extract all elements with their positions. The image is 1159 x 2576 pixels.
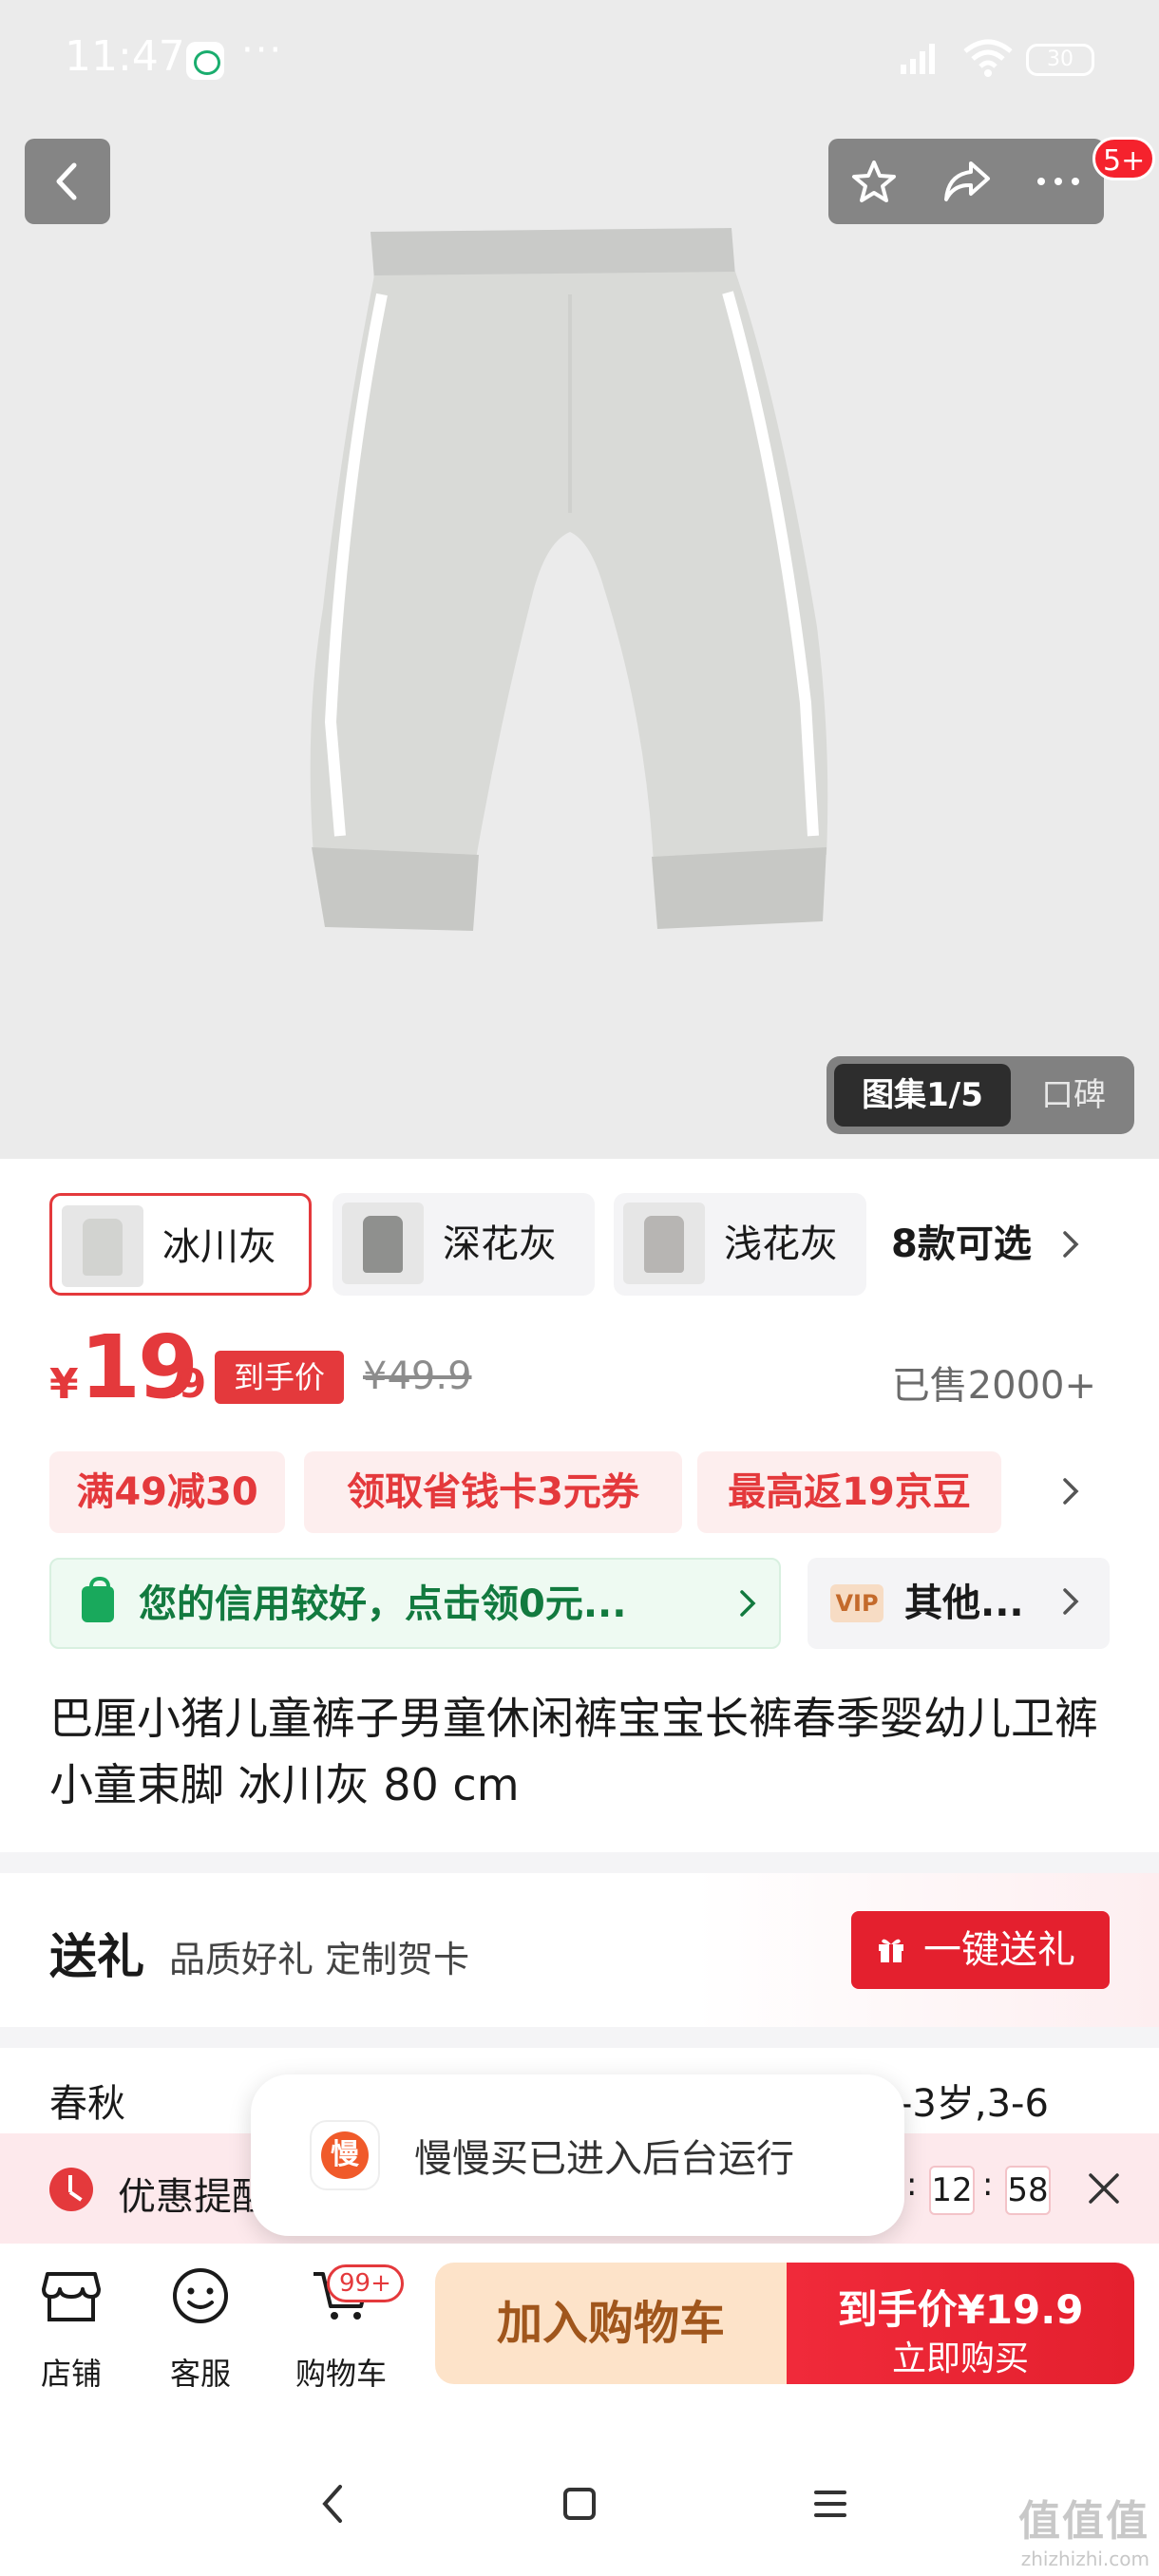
variant-thumbnail <box>342 1203 424 1284</box>
vip-benefit-text: 其他... <box>904 1582 1024 1625</box>
cart-label: 购物车 <box>294 2356 387 2392</box>
smiley-icon <box>173 2268 228 2323</box>
product-title: 巴厘小猪儿童裤子男童休闲裤宝宝长裤春季婴幼儿卫裤小童束脚 冰川灰 80 cm <box>49 1693 1098 1810</box>
watermark-url: zhizhizhi.com <box>1020 2548 1150 2570</box>
gift-section: 送礼 品质好礼 定制贺卡 一键送礼 <box>0 1873 1159 2027</box>
customer-service-label: 客服 <box>169 2356 231 2392</box>
price-row: ¥ 19 .9 到手价 ¥49.9 已售2000+ <box>0 1316 1159 1427</box>
battery-icon: 30 <box>1026 44 1094 76</box>
variant-label: 浅花灰 <box>724 1222 838 1266</box>
vip-badge-icon: VIP <box>830 1584 884 1622</box>
more-variants-link[interactable]: 8款可选 <box>891 1193 1032 1296</box>
store-button[interactable]: 店铺 <box>19 2261 124 2392</box>
credit-offer-banner[interactable]: 您的信用较好，点击领0元... <box>49 1558 781 1649</box>
gallery-switcher: 图集1/5 口碑 <box>826 1056 1134 1134</box>
promo-chip[interactable]: 领取省钱卡3元券 <box>304 1451 682 1533</box>
more-dots-icon <box>1037 178 1079 185</box>
tab-gallery[interactable]: 图集1/5 <box>834 1064 1011 1127</box>
variant-thumbnail <box>62 1205 143 1287</box>
share-icon <box>944 161 990 201</box>
variant-option-1[interactable]: 冰川灰 <box>49 1193 312 1296</box>
manmanmai-app-icon: 慢 <box>310 2120 380 2190</box>
buy-price-label: 到手价¥19.9 <box>837 2286 1084 2333</box>
more-button[interactable] <box>1011 139 1102 224</box>
timer-seconds: 58 <box>1005 2166 1051 2215</box>
send-gift-button[interactable]: 一键送礼 <box>851 1911 1110 1989</box>
section-divider <box>0 2027 1159 2048</box>
original-price: ¥49.9 <box>363 1354 472 1398</box>
gift-label: 送礼 <box>49 1929 144 1984</box>
cart-count-badge: 99+ <box>327 2264 404 2302</box>
wechat-notification-icon <box>186 42 224 80</box>
store-label: 店铺 <box>40 2356 102 2392</box>
price-decimal: .9 <box>163 1360 207 1407</box>
final-price-badge: 到手价 <box>215 1351 344 1404</box>
back-button[interactable] <box>25 139 110 224</box>
wifi-icon <box>963 39 1013 77</box>
benefits-row: 您的信用较好，点击领0元... VIP 其他... <box>0 1558 1159 1653</box>
variant-label: 冰川灰 <box>162 1225 276 1269</box>
status-more-dots: ··· <box>241 28 284 72</box>
product-image-gallery[interactable]: 11:47 ··· 30 5+ 图集1/5 口碑 <box>0 0 1159 1159</box>
promo-chip[interactable]: 最高返19京豆 <box>697 1451 1001 1533</box>
favorite-button[interactable] <box>828 139 920 224</box>
toast-message: 慢慢买已进入后台运行 <box>414 2137 794 2181</box>
variant-thumbnail <box>623 1203 705 1284</box>
bottom-action-bar: 店铺 客服 购物车 99+ 加入购物车 到手价¥19.9 立即购买 <box>0 2244 1159 2397</box>
signal-icon <box>901 44 935 74</box>
promo-chips: 满49减30 领取省钱卡3元券 最高返19京豆 <box>0 1451 1159 1533</box>
clock-icon <box>49 2168 93 2211</box>
nav-home-icon[interactable] <box>562 2487 597 2521</box>
chevron-right-icon[interactable] <box>1060 1229 1081 1260</box>
variant-option-3[interactable]: 浅花灰 <box>614 1193 866 1296</box>
gift-subtitle: 品质好礼 定制贺卡 <box>169 1939 470 1980</box>
vip-benefit-button[interactable]: VIP 其他... <box>808 1558 1110 1649</box>
variant-option-2[interactable]: 深花灰 <box>332 1193 595 1296</box>
sold-count: 已售2000+ <box>891 1364 1096 1408</box>
tab-reviews[interactable]: 口碑 <box>1026 1064 1121 1127</box>
close-icon[interactable] <box>1085 2169 1123 2207</box>
timer-separator: : <box>982 2166 994 2204</box>
background-running-toast: 慢 慢慢买已进入后台运行 <box>251 2074 904 2236</box>
star-icon <box>852 161 896 202</box>
buy-now-label: 立即购买 <box>891 2339 1029 2378</box>
promo-chip[interactable]: 满49减30 <box>49 1451 285 1533</box>
price-currency: ¥ <box>49 1360 79 1409</box>
status-bar: 11:47 ··· 30 <box>0 0 1159 114</box>
send-gift-label: 一键送礼 <box>923 1928 1075 1972</box>
timer-minutes: 12 <box>929 2166 975 2215</box>
store-icon <box>42 2272 101 2321</box>
message-count-badge: 5+ <box>1092 137 1156 180</box>
share-button[interactable] <box>920 139 1011 224</box>
gift-icon <box>879 1939 903 1962</box>
top-actions <box>828 139 1104 224</box>
app-icon-char: 慢 <box>331 2138 359 2171</box>
spec-age: -3岁,3-6 <box>899 2082 1049 2126</box>
shopping-bag-icon <box>82 1577 114 1622</box>
variant-selector: 冰川灰 深花灰 浅花灰 8款可选 <box>0 1193 1159 1299</box>
watermark: 值值值 zhizhizhi.com <box>1018 2487 1150 2570</box>
nav-menu-icon[interactable] <box>813 2487 847 2521</box>
system-navigation-bar: 值值值 zhizhizhi.com <box>0 2432 1159 2576</box>
chevron-left-icon <box>56 162 77 200</box>
chevron-right-icon[interactable] <box>1060 1476 1081 1506</box>
reminder-text: 优惠提醒 <box>118 2175 270 2219</box>
buy-now-button[interactable]: 到手价¥19.9 立即购买 <box>787 2263 1134 2384</box>
credit-offer-text: 您的信用较好，点击领0元... <box>139 1582 627 1626</box>
spec-season: 春秋 <box>49 2082 125 2126</box>
variant-label: 深花灰 <box>443 1222 557 1266</box>
product-photo-pants <box>310 228 828 931</box>
customer-service-button[interactable]: 客服 <box>148 2261 253 2392</box>
watermark-logo: 值值值 <box>1018 2497 1150 2546</box>
timer-separator: : <box>906 2166 918 2204</box>
section-divider <box>0 1852 1159 1873</box>
add-to-cart-button[interactable]: 加入购物车 <box>435 2263 787 2384</box>
chevron-right-icon <box>1063 1588 1079 1615</box>
chevron-right-icon <box>740 1590 756 1617</box>
nav-back-icon[interactable] <box>319 2483 348 2525</box>
status-time: 11:47 <box>65 32 185 81</box>
